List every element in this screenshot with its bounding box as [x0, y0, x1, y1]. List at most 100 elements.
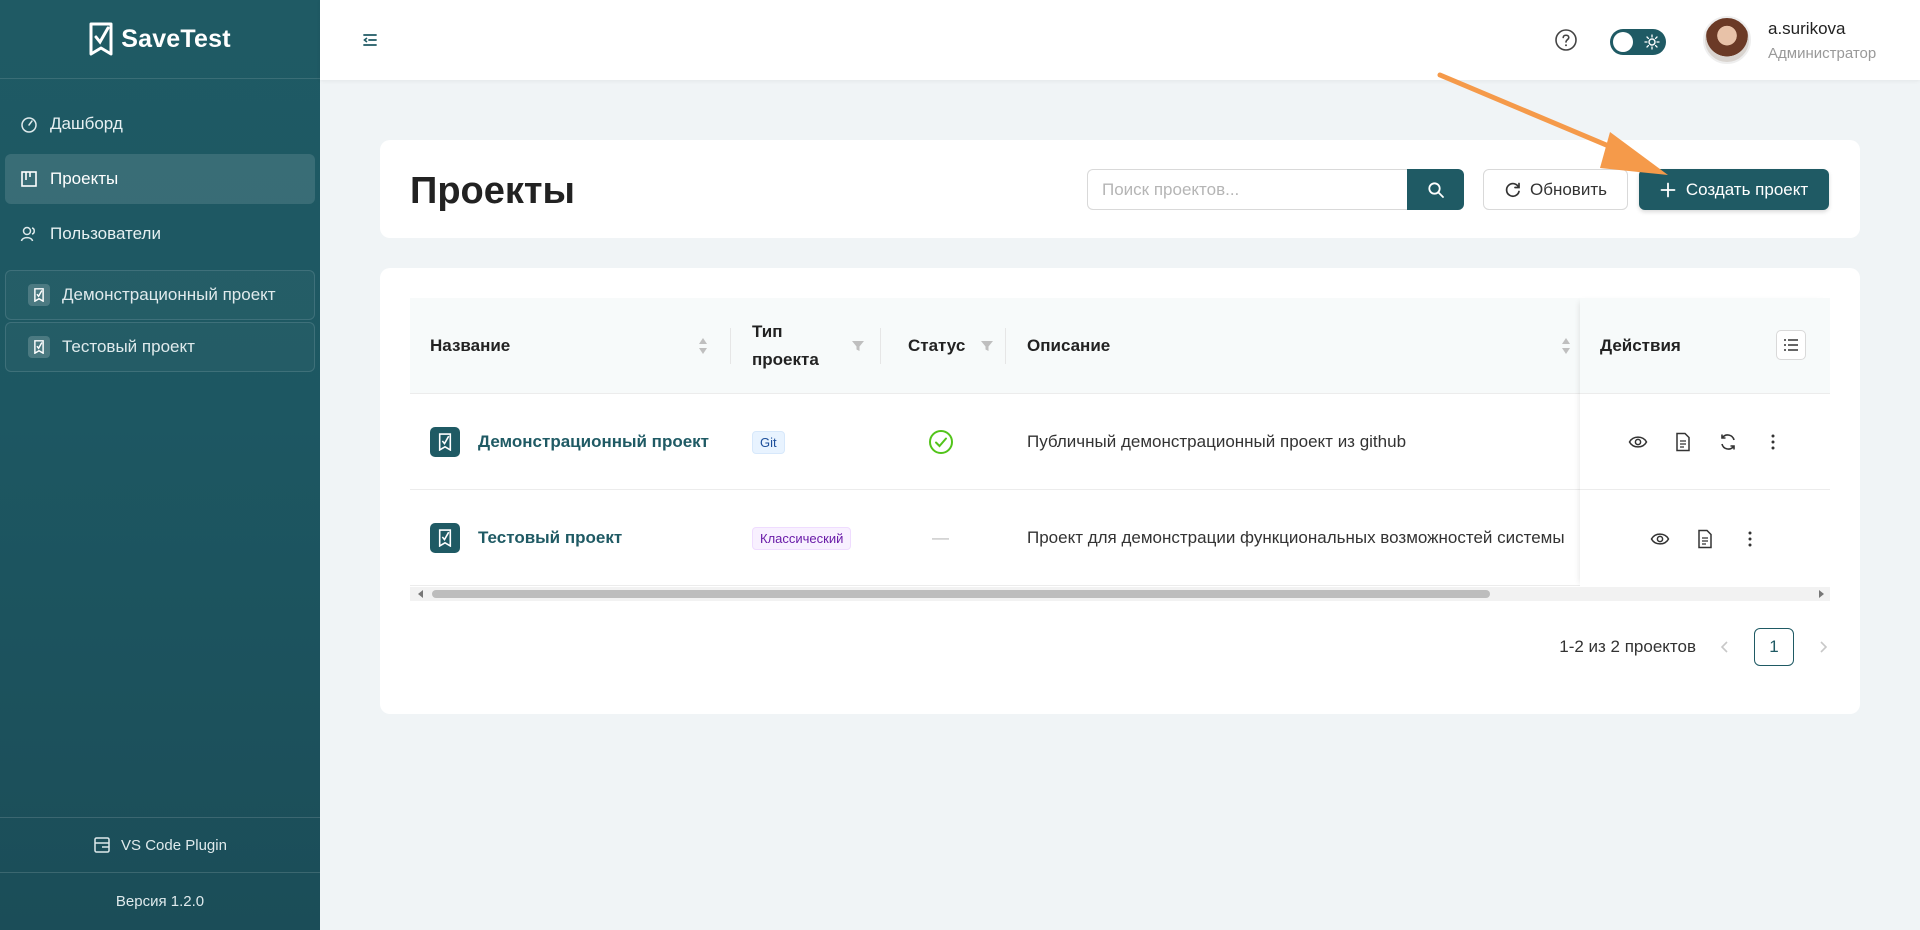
more-options-icon[interactable] [1763, 432, 1783, 452]
plus-icon [1660, 182, 1676, 197]
column-label: Тип [752, 322, 783, 341]
scroll-left-icon[interactable] [416, 589, 426, 599]
nav-item-label: Дашборд [50, 114, 123, 133]
project-name-link[interactable]: Тестовый проект [478, 528, 622, 548]
savetest-logo-icon [89, 22, 113, 56]
user-role: Администратор [1768, 45, 1877, 62]
theme-toggle-knob [1613, 32, 1633, 52]
project-description-cell: Проект для демонстрации функциональных в… [1027, 490, 1580, 586]
filter-icon[interactable] [851, 339, 865, 353]
column-header-description[interactable]: Описание [1027, 298, 1110, 394]
theme-toggle[interactable] [1610, 29, 1666, 55]
plugin-icon [94, 837, 110, 853]
sidebar-footer: VS Code Plugin Версия 1.2.0 [0, 817, 320, 930]
pagination: 1-2 из 2 проектов 1 [1559, 628, 1830, 666]
column-label: проекта [752, 350, 819, 369]
help-icon[interactable] [1554, 28, 1578, 52]
projects-table: Название Тип проекта Статус Описание Дем… [410, 298, 1830, 601]
column-header-name[interactable]: Название [430, 298, 510, 394]
actions-column: Действия [1580, 298, 1830, 587]
project-description-cell: Публичный демонстрационный проект из git… [1027, 394, 1406, 490]
project-type-cell: Классический [752, 490, 852, 586]
project-name-link[interactable]: Демонстрационный проект [478, 432, 709, 452]
document-icon[interactable] [1673, 432, 1693, 452]
nav-item-label: Проекты [50, 169, 119, 188]
refresh-label: Обновить [1530, 179, 1607, 199]
project-type-cell: Git [752, 394, 785, 490]
scroll-thumb[interactable] [432, 590, 1490, 598]
more-options-icon[interactable] [1740, 529, 1760, 549]
project-logo-icon [430, 427, 460, 457]
create-project-label: Создать проект [1685, 179, 1809, 199]
filter-icon[interactable] [980, 339, 994, 353]
column-label: Название [430, 336, 511, 355]
sidebar-project-demo[interactable]: Демонстрационный проект [5, 270, 315, 320]
create-project-button[interactable]: Создать проект [1639, 169, 1829, 210]
column-label: Описание [1027, 336, 1111, 355]
vscode-plugin-link[interactable]: VS Code Plugin [0, 817, 320, 872]
page-title: Проекты [410, 170, 575, 212]
project-icon [28, 284, 50, 306]
nav-item-projects[interactable]: Проекты [5, 154, 315, 204]
prev-page-icon[interactable] [1718, 640, 1732, 654]
nav-item-dashboard[interactable]: Дашборд [5, 99, 315, 149]
pagination-summary: 1-2 из 2 проектов [1559, 637, 1696, 656]
page-title-card: Проекты Обновить Создать проект [380, 140, 1860, 238]
sidebar-project-label: Демонстрационный проект [62, 285, 276, 304]
list-settings-icon [1784, 339, 1798, 351]
column-header-actions: Действия [1580, 298, 1830, 394]
projects-icon [21, 171, 37, 187]
project-search [1087, 169, 1464, 210]
main-nav: Дашборд Проекты Пользователи Демонстраци… [0, 79, 320, 372]
status-ok-icon [929, 430, 953, 454]
sun-icon [1644, 34, 1660, 50]
column-settings-button[interactable] [1776, 330, 1806, 360]
projects-table-card: Название Тип проекта Статус Описание Дем… [380, 268, 1860, 714]
search-icon [1427, 181, 1444, 198]
document-icon[interactable] [1695, 529, 1715, 549]
view-icon[interactable] [1650, 529, 1670, 549]
app-version: Версия 1.2.0 [0, 872, 320, 930]
app-logo[interactable]: SaveTest [0, 0, 320, 79]
row-actions [1580, 395, 1830, 490]
top-header: a.surikova Администратор [320, 0, 1920, 80]
sort-icon[interactable] [697, 336, 709, 356]
scroll-right-icon[interactable] [1816, 589, 1826, 599]
horizontal-scrollbar[interactable] [410, 587, 1830, 601]
users-icon [20, 226, 35, 242]
dashboard-icon [21, 117, 37, 133]
column-label: Действия [1600, 335, 1681, 355]
column-label: Статус [908, 336, 966, 355]
view-icon[interactable] [1628, 432, 1648, 452]
project-name-cell: Демонстрационный проект [430, 394, 709, 490]
project-status-cell: — [932, 490, 949, 586]
refresh-icon [1505, 182, 1520, 197]
row-actions [1580, 491, 1830, 587]
plugin-label: VS Code Plugin [121, 836, 227, 854]
refresh-button[interactable]: Обновить [1483, 169, 1628, 210]
project-description: Публичный демонстрационный проект из git… [1027, 432, 1407, 451]
project-status-cell [928, 394, 954, 490]
next-page-icon[interactable] [1816, 640, 1830, 654]
status-empty: — [932, 528, 949, 547]
sidebar-project-label: Тестовый проект [62, 337, 195, 356]
page-number-button[interactable]: 1 [1754, 628, 1794, 666]
user-name[interactable]: a.surikova [1768, 19, 1845, 39]
user-avatar[interactable] [1703, 16, 1751, 64]
column-header-status[interactable]: Статус [908, 298, 965, 394]
project-description: Проект для демонстрации функциональных в… [1027, 528, 1565, 547]
sync-icon[interactable] [1718, 432, 1738, 452]
project-type-tag: Git [752, 430, 785, 454]
nav-item-users[interactable]: Пользователи [5, 209, 315, 259]
project-name-cell: Тестовый проект [430, 490, 622, 586]
nav-item-label: Пользователи [50, 224, 161, 243]
menu-collapse-icon[interactable] [360, 30, 380, 50]
column-header-type[interactable]: Тип проекта [752, 298, 819, 394]
sort-icon[interactable] [1560, 336, 1572, 356]
app-name: SaveTest [121, 24, 231, 53]
sidebar: SaveTest Дашборд Проекты Пользователи Де… [0, 0, 320, 930]
sidebar-project-test[interactable]: Тестовый проект [5, 322, 315, 372]
project-logo-icon [430, 523, 460, 553]
search-button[interactable] [1407, 169, 1464, 210]
search-input[interactable] [1087, 169, 1407, 210]
